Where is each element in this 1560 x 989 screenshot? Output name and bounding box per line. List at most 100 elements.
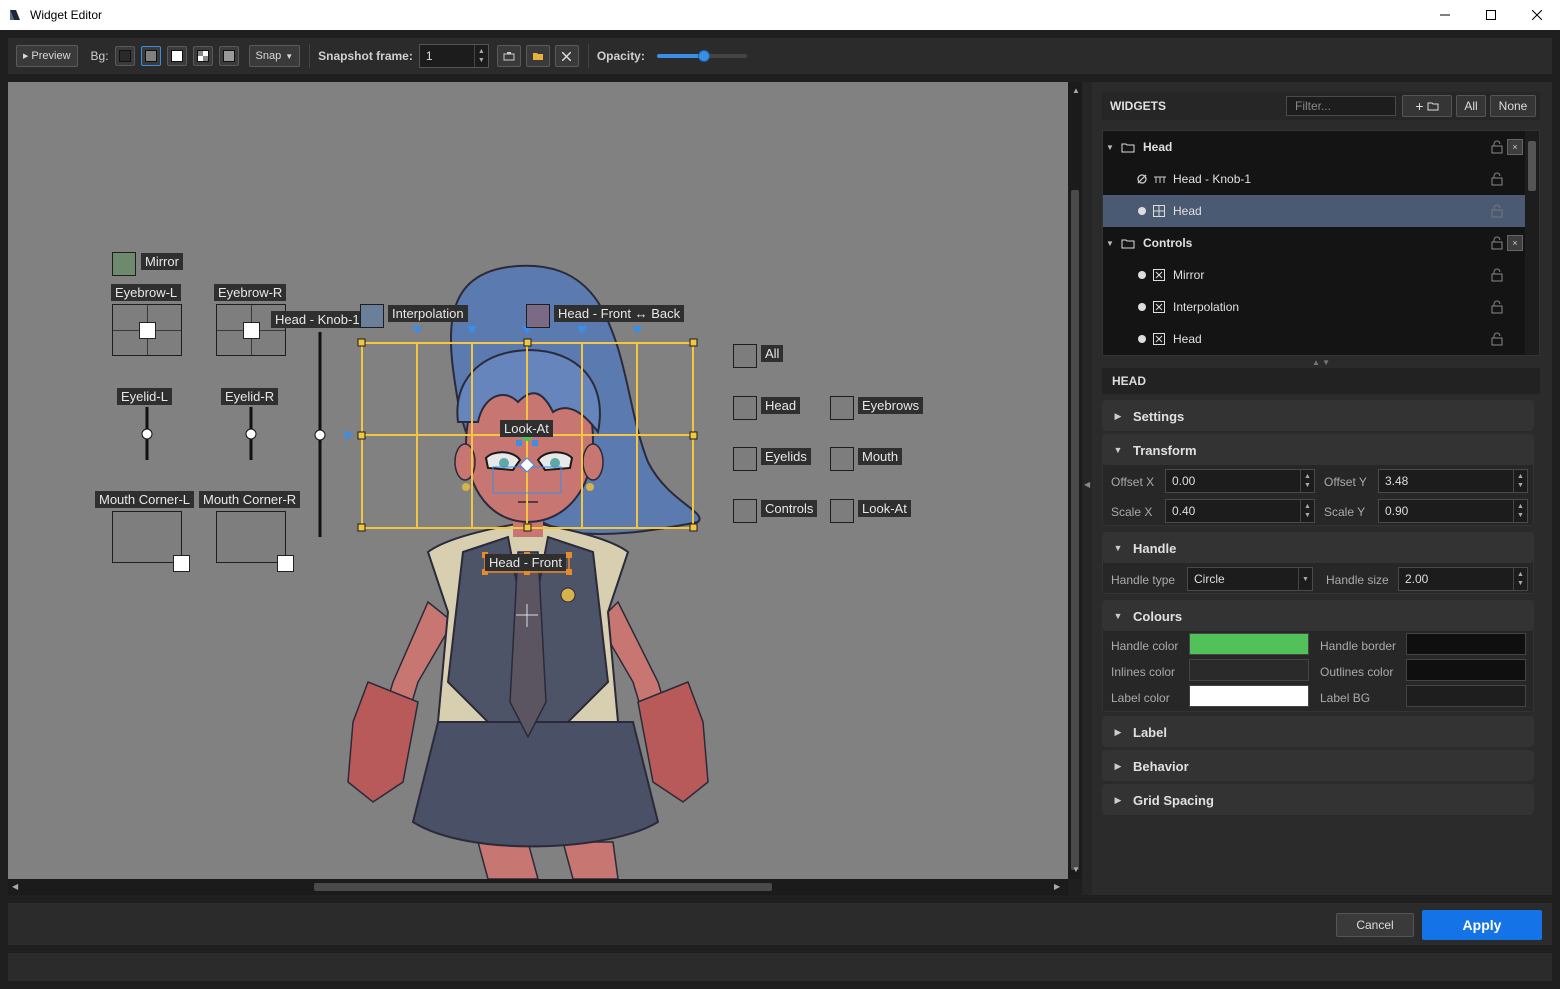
scroll-right-icon[interactable]: ▶ [1054,882,1060,891]
spin-arrows-icon[interactable]: ▲ ▼ [473,45,488,67]
mirror-checkbox[interactable] [112,252,136,276]
mouth-corner-r-handle[interactable] [277,555,294,572]
opacity-slider[interactable] [656,50,747,62]
select-all-button[interactable]: All [1456,95,1486,117]
inlines-color-swatch[interactable] [1189,659,1309,681]
opacity-slider-handle[interactable] [697,50,710,62]
maximize-button[interactable] [1468,0,1514,30]
collapse-arrow-icon[interactable]: ◀ [1084,480,1090,489]
all-checkbox[interactable] [733,344,757,368]
grid-spacing-header[interactable]: ▶ Grid Spacing [1103,785,1533,815]
tree-scrollbar[interactable] [1525,131,1539,355]
spin-arrows-icon[interactable]: ▲ ▼ [1513,500,1527,522]
bg-image-button[interactable] [218,46,239,66]
tree-item-interpolation[interactable]: Interpolation [1103,291,1525,323]
spin-arrows-icon[interactable]: ▲ ▼ [1300,470,1314,492]
chevron-down-icon[interactable]: ▼ [1298,568,1312,590]
controls-checkbox[interactable] [733,499,757,523]
resize-grip-icon[interactable]: ▲ ▼ [1312,358,1330,367]
lock-icon[interactable] [1491,236,1503,250]
lock-icon[interactable] [1491,332,1503,346]
widget-filter-input[interactable]: Filter... [1286,96,1396,116]
snap-dropdown[interactable]: Snap ▼ [248,45,301,67]
remove-folder-button[interactable]: × [1507,235,1523,251]
spin-arrows-icon[interactable]: ▲ ▼ [1300,500,1314,522]
tree-item-head-grid[interactable]: Head [1103,195,1525,227]
bg-gray-button[interactable] [140,46,161,66]
head-front-back-checkbox[interactable] [526,304,550,328]
visible-dot-icon[interactable] [1137,270,1147,280]
label-color-swatch[interactable] [1189,685,1309,707]
outlines-color-swatch[interactable] [1406,659,1526,681]
open-folder-button[interactable] [525,45,550,67]
handle-color-swatch[interactable] [1189,633,1309,655]
panel-splitter[interactable]: ◀ [1082,82,1092,895]
mouth-corner-r-pad[interactable] [216,511,294,572]
handle-border-swatch[interactable] [1406,633,1526,655]
behavior-header[interactable]: ▶ Behavior [1103,751,1533,781]
visible-dot-icon[interactable] [1137,334,1147,344]
snapshot-frame-input[interactable]: 1 ▲ ▼ [418,44,489,68]
vertical-scroll-thumb[interactable] [1071,190,1079,870]
bg-checker-button[interactable] [192,46,213,66]
canvas-horizontal-scrollbar[interactable]: ◀ ▶ [8,879,1068,895]
tree-item-mirror[interactable]: Mirror [1103,259,1525,291]
interpolation-checkbox[interactable] [360,304,384,328]
tree-item-head-knob[interactable]: Head - Knob-1 [1103,163,1525,195]
horizontal-scroll-thumb[interactable] [314,883,772,891]
eyebrow-r-handle[interactable] [243,322,260,339]
eyebrow-l-pad[interactable] [112,304,182,356]
preview-button[interactable]: ▶ Preview [16,45,78,67]
add-folder-button[interactable]: + [1402,95,1452,117]
visible-dot-icon[interactable] [1137,302,1147,312]
settings-header[interactable]: ▶ Settings [1103,401,1533,431]
snapshot-capture-button[interactable] [496,45,521,67]
scale-x-input[interactable]: 0.40 ▲ ▼ [1165,499,1315,523]
handle-type-select[interactable]: Circle ▼ [1187,567,1313,591]
close-button[interactable] [1514,0,1560,30]
lock-icon[interactable] [1491,268,1503,282]
spin-arrows-icon[interactable]: ▲ ▼ [1513,470,1527,492]
scale-y-input[interactable]: 0.90 ▲ ▼ [1378,499,1528,523]
canvas-vertical-scrollbar[interactable]: ▲ ▼ [1068,82,1082,879]
head-checkbox[interactable] [733,396,757,420]
bg-white-button[interactable] [166,46,187,66]
handle-header[interactable]: ▼ Handle [1103,533,1533,563]
label-header[interactable]: ▶ Label [1103,717,1533,747]
cancel-button[interactable]: Cancel [1336,913,1414,937]
tree-item-controls-folder[interactable]: ▼ Controls × [1103,227,1525,259]
eyelids-checkbox[interactable] [733,447,757,471]
mouth-corner-l-pad[interactable] [112,511,190,572]
eyebrows-checkbox[interactable] [830,396,854,420]
transform-header[interactable]: ▼ Transform [1103,435,1533,465]
expand-arrow-icon[interactable]: ▼ [1103,143,1117,152]
lock-icon[interactable] [1491,172,1503,186]
offset-x-input[interactable]: 0.00 ▲ ▼ [1165,469,1315,493]
bg-dark-button[interactable] [114,46,135,66]
visible-dot-icon[interactable] [1137,206,1147,216]
look-at-checkbox[interactable] [830,499,854,523]
tree-item-head-folder[interactable]: ▼ Head × [1103,131,1525,163]
colours-header[interactable]: ▼ Colours [1103,601,1533,631]
apply-button[interactable]: Apply [1422,910,1542,940]
handle-size-input[interactable]: 2.00 ▲ ▼ [1398,567,1528,591]
eyebrow-l-handle[interactable] [139,322,156,339]
scroll-down-icon[interactable]: ▼ [1072,865,1080,874]
expand-arrow-icon[interactable]: ▼ [1103,239,1117,248]
mouth-corner-l-handle[interactable] [173,555,190,572]
offset-y-input[interactable]: 3.48 ▲ ▼ [1378,469,1528,493]
spin-arrows-icon[interactable]: ▲ ▼ [1513,568,1527,590]
minimize-button[interactable] [1422,0,1468,30]
lock-icon[interactable] [1491,204,1503,218]
scroll-up-icon[interactable]: ▲ [1072,86,1080,95]
widget-tree[interactable]: ▼ Head × Head - Knob-1 Head ▼ Controls ×… [1102,130,1540,356]
tree-scroll-thumb[interactable] [1528,141,1536,191]
lock-icon[interactable] [1491,140,1503,154]
scroll-left-icon[interactable]: ◀ [12,882,18,891]
select-none-button[interactable]: None [1490,95,1536,117]
mouth-checkbox[interactable] [830,447,854,471]
widget-canvas[interactable]: Mirror Eyebrow-L Eyebrow-R Head - Knob-1… [8,82,1068,879]
clear-snapshot-button[interactable] [554,45,579,67]
remove-folder-button[interactable]: × [1507,139,1523,155]
hidden-icon[interactable] [1137,174,1147,184]
